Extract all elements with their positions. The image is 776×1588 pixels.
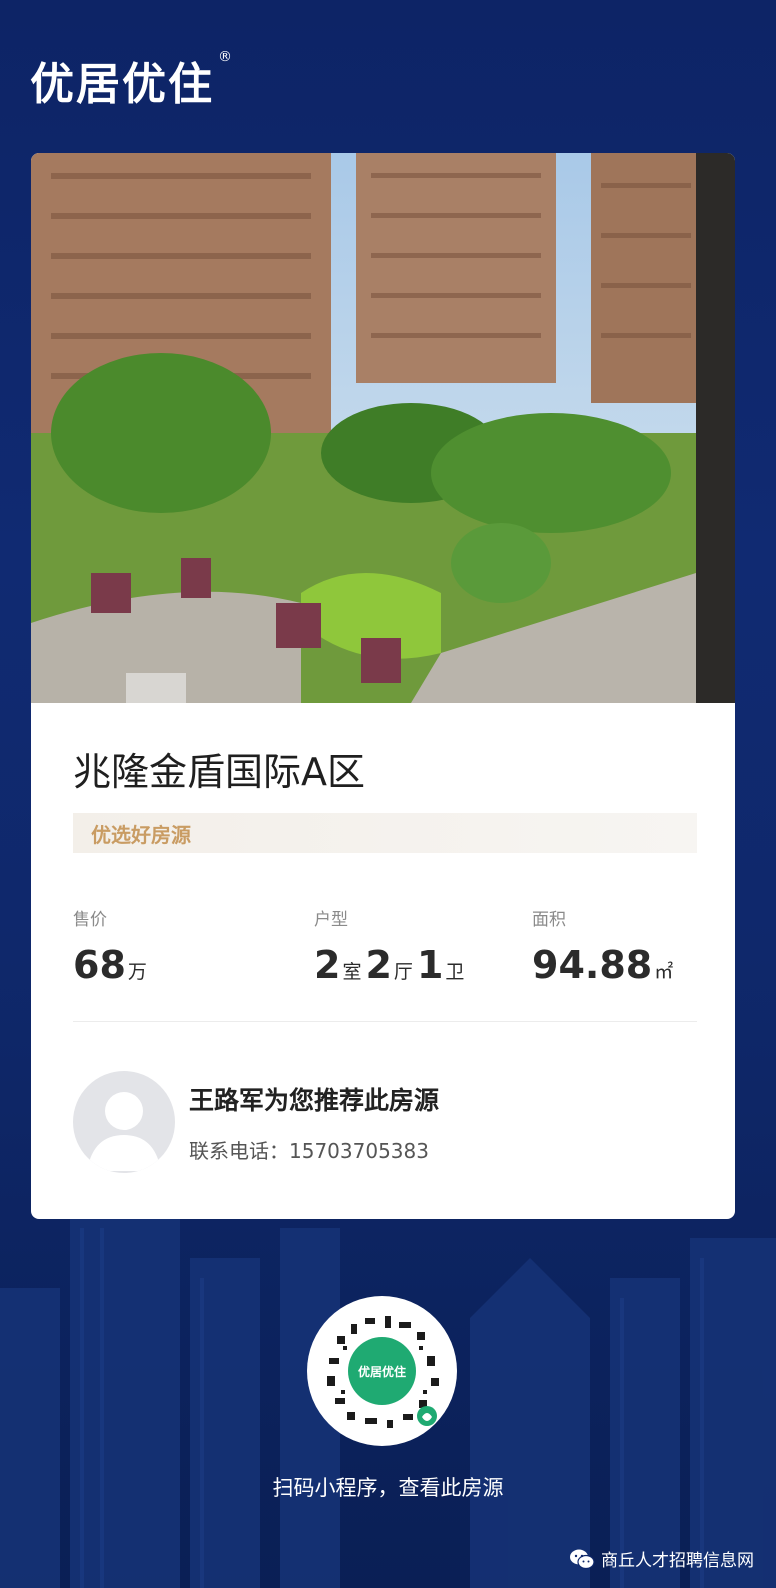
divider — [73, 1021, 697, 1022]
price-stat: 售价 68 万 — [73, 905, 147, 987]
price-unit: 万 — [127, 961, 147, 983]
qr-center-logo: 优居优住 — [358, 1364, 406, 1379]
registered-mark: ® — [218, 49, 234, 66]
rooms-value: 2 — [314, 943, 341, 987]
listing-card[interactable]: 兆隆金盾国际A区 优选好房源 售价 68 万 户型 2室2厅1卫 面积 94.88… — [31, 153, 735, 1219]
brand-logo: 优居优住® — [30, 48, 234, 112]
halls-value: 2 — [365, 943, 392, 987]
halls-unit: 厅 — [393, 961, 413, 983]
avatar — [73, 1071, 175, 1173]
area-label: 面积 — [532, 910, 566, 930]
area-unit: ㎡ — [654, 961, 674, 983]
area-value-group: 94.88 ㎡ — [532, 943, 677, 987]
price-label: 售价 — [73, 910, 107, 930]
quality-tag-label: 优选好房源 — [91, 823, 191, 847]
baths-unit: 卫 — [445, 961, 465, 983]
price-value-group: 68 万 — [73, 943, 151, 987]
layout-stat: 户型 2室2厅1卫 — [314, 905, 464, 987]
watermark-text: 商丘人才招聘信息网 — [601, 1551, 754, 1571]
qr-caption: 扫码小程序，查看此房源 — [272, 1476, 504, 1500]
agent-name: 王路军 — [189, 1086, 265, 1115]
poster: 优居优住® 兆隆金盾国际A区 优选好房源 售价 68 万 户型 2 室 2 厅 … — [0, 0, 776, 1588]
rooms-unit: 室 — [342, 961, 362, 983]
source-watermark: 商丘人才招聘信息网 — [569, 1546, 754, 1571]
layout-value-group: 2室2厅1卫 — [314, 943, 468, 987]
layout-label: 户型 — [314, 910, 348, 930]
price-value: 68 — [73, 943, 126, 987]
phone-label: 联系电话： — [189, 1139, 289, 1163]
agent-phone-line[interactable]: 联系电话：15703705383 — [189, 1135, 429, 1164]
qr-code-icon: 优居优住 — [327, 1316, 439, 1428]
listing-title: 兆隆金盾国际A区 — [73, 750, 365, 794]
agent-recommend-text: 为您推荐此房源 — [264, 1086, 440, 1115]
area-value: 94.88 — [532, 943, 653, 987]
brand-name: 优居优住 — [30, 59, 214, 110]
property-photo — [31, 153, 735, 703]
phone-number[interactable]: 15703705383 — [289, 1139, 429, 1163]
mini-program-qr-code[interactable]: 优居优住 — [307, 1296, 457, 1446]
quality-tag: 优选好房源 — [73, 813, 697, 853]
agent-recommendation: 王路军为您推荐此房源 — [189, 1081, 439, 1117]
wechat-icon — [570, 1549, 595, 1569]
user-avatar-icon — [87, 1092, 161, 1171]
area-stat: 面积 94.88 ㎡ — [532, 905, 673, 987]
baths-value: 1 — [416, 943, 444, 987]
